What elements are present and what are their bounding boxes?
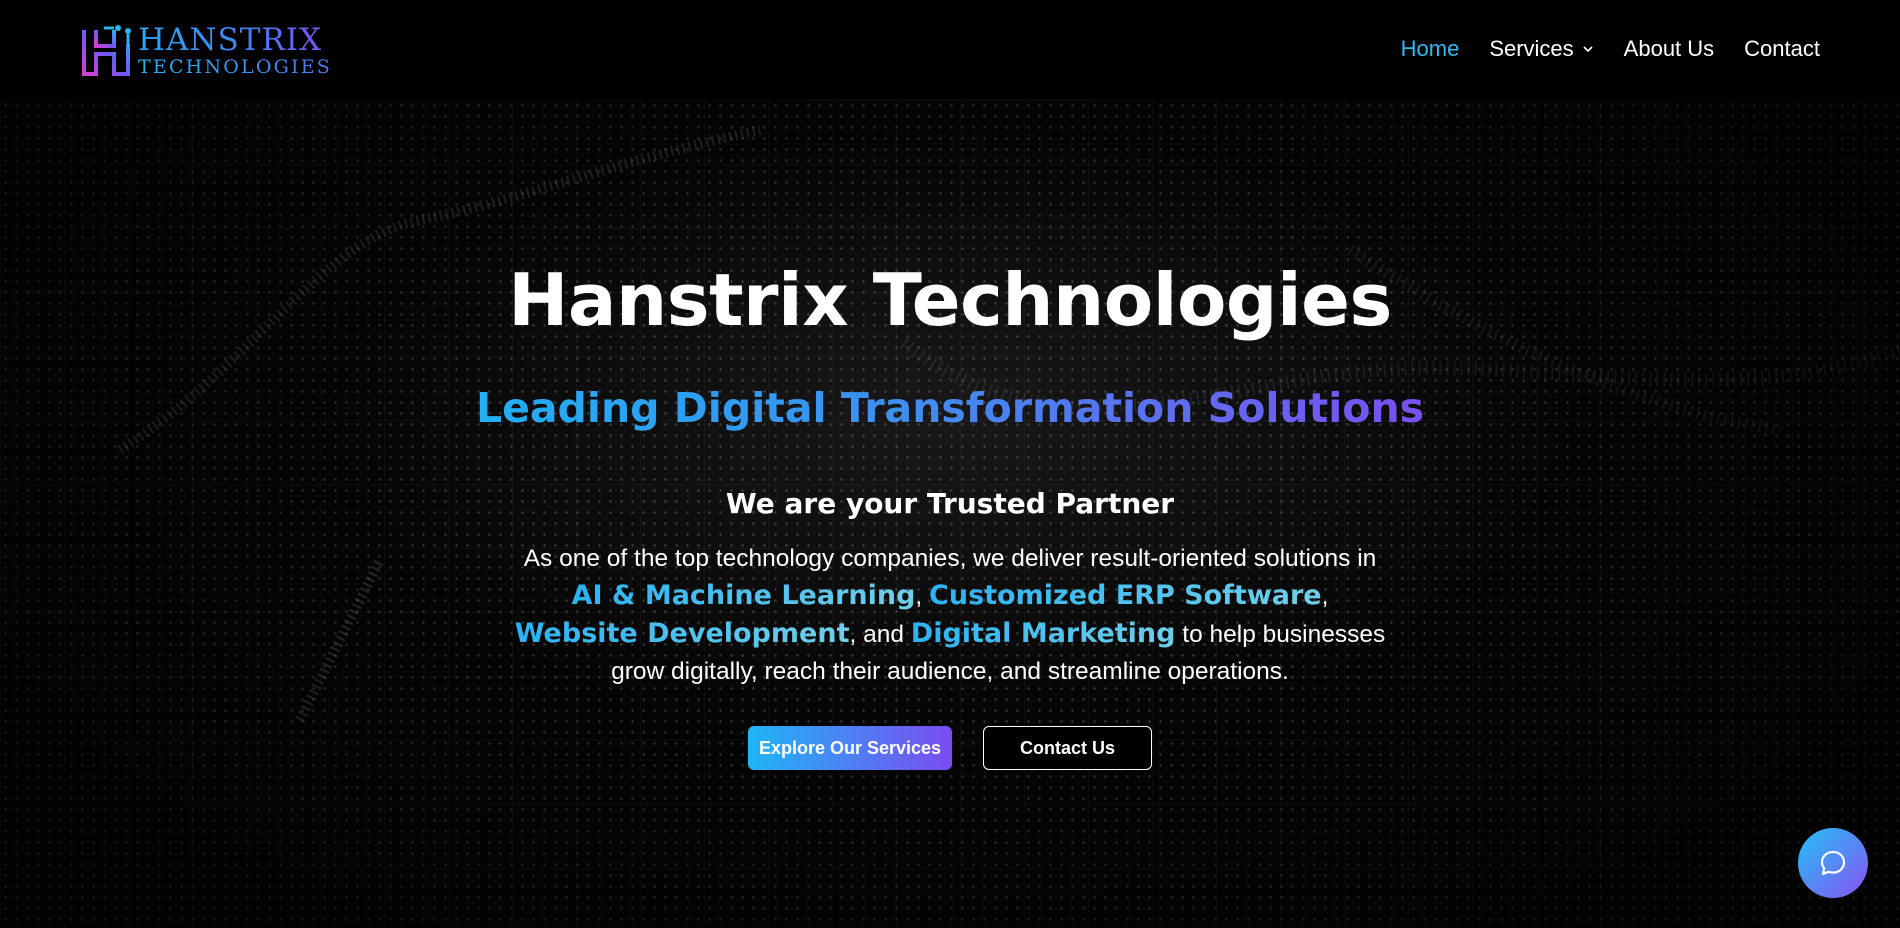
description-intro: As one of the top technology companies, … — [523, 545, 1377, 572]
main-nav: Home Services About Us Contact — [1401, 36, 1820, 62]
logo-name: HANSTRIX — [138, 25, 332, 56]
nav-item-label: Home — [1400, 36, 1460, 61]
nav-item-contact[interactable]: Contact — [1744, 36, 1820, 62]
chevron-down-icon — [1583, 46, 1593, 53]
highlight-digital-marketing: Digital Marketing — [910, 618, 1176, 649]
nav-item-label: Contact — [1744, 36, 1820, 61]
hero-section: Hanstrix Technologies Leading Digital Tr… — [0, 0, 1900, 928]
chat-button[interactable] — [1798, 828, 1868, 898]
chat-bubble-icon — [1820, 850, 1846, 876]
hero-subtitle: Leading Digital Transformation Solutions — [0, 384, 1900, 432]
logo-wordmark: HANSTRIX TECHNOLOGIES — [138, 25, 332, 77]
nav-item-services[interactable]: Services — [1489, 36, 1593, 62]
hero-cta-group: Explore Our Services Contact Us — [0, 726, 1900, 770]
nav-item-about-us[interactable]: About Us — [1624, 36, 1715, 62]
hero-description: As one of the top technology companies, … — [490, 540, 1410, 690]
page: HANSTRIX TECHNOLOGIES Home Services Abou… — [0, 0, 1900, 928]
highlight-erp: Customized ERP Software — [929, 580, 1322, 611]
explore-services-button[interactable]: Explore Our Services — [748, 726, 952, 770]
description-separator: , — [915, 583, 923, 610]
hero-tagline: We are your Trusted Partner — [725, 487, 1175, 520]
highlight-web-dev: Website Development — [514, 618, 850, 649]
contact-us-button[interactable]: Contact Us — [983, 726, 1152, 770]
description-separator: , and — [849, 621, 904, 648]
logo-subname: TECHNOLOGIES — [138, 56, 333, 78]
nav-item-label: Services — [1489, 36, 1574, 61]
nav-item-home[interactable]: Home — [1401, 36, 1460, 62]
nav-item-label: About Us — [1623, 36, 1715, 61]
site-logo[interactable]: HANSTRIX TECHNOLOGIES — [80, 22, 332, 80]
hanstrix-h-logo-icon — [82, 25, 131, 76]
site-header: HANSTRIX TECHNOLOGIES Home Services Abou… — [0, 0, 1900, 100]
description-separator: , — [1321, 583, 1329, 610]
hero-title: Hanstrix Technologies — [508, 258, 1392, 342]
hero-subtitle-text: Leading Digital Transformation Solutions — [475, 384, 1425, 432]
highlight-ai-ml: AI & Machine Learning — [571, 580, 916, 611]
